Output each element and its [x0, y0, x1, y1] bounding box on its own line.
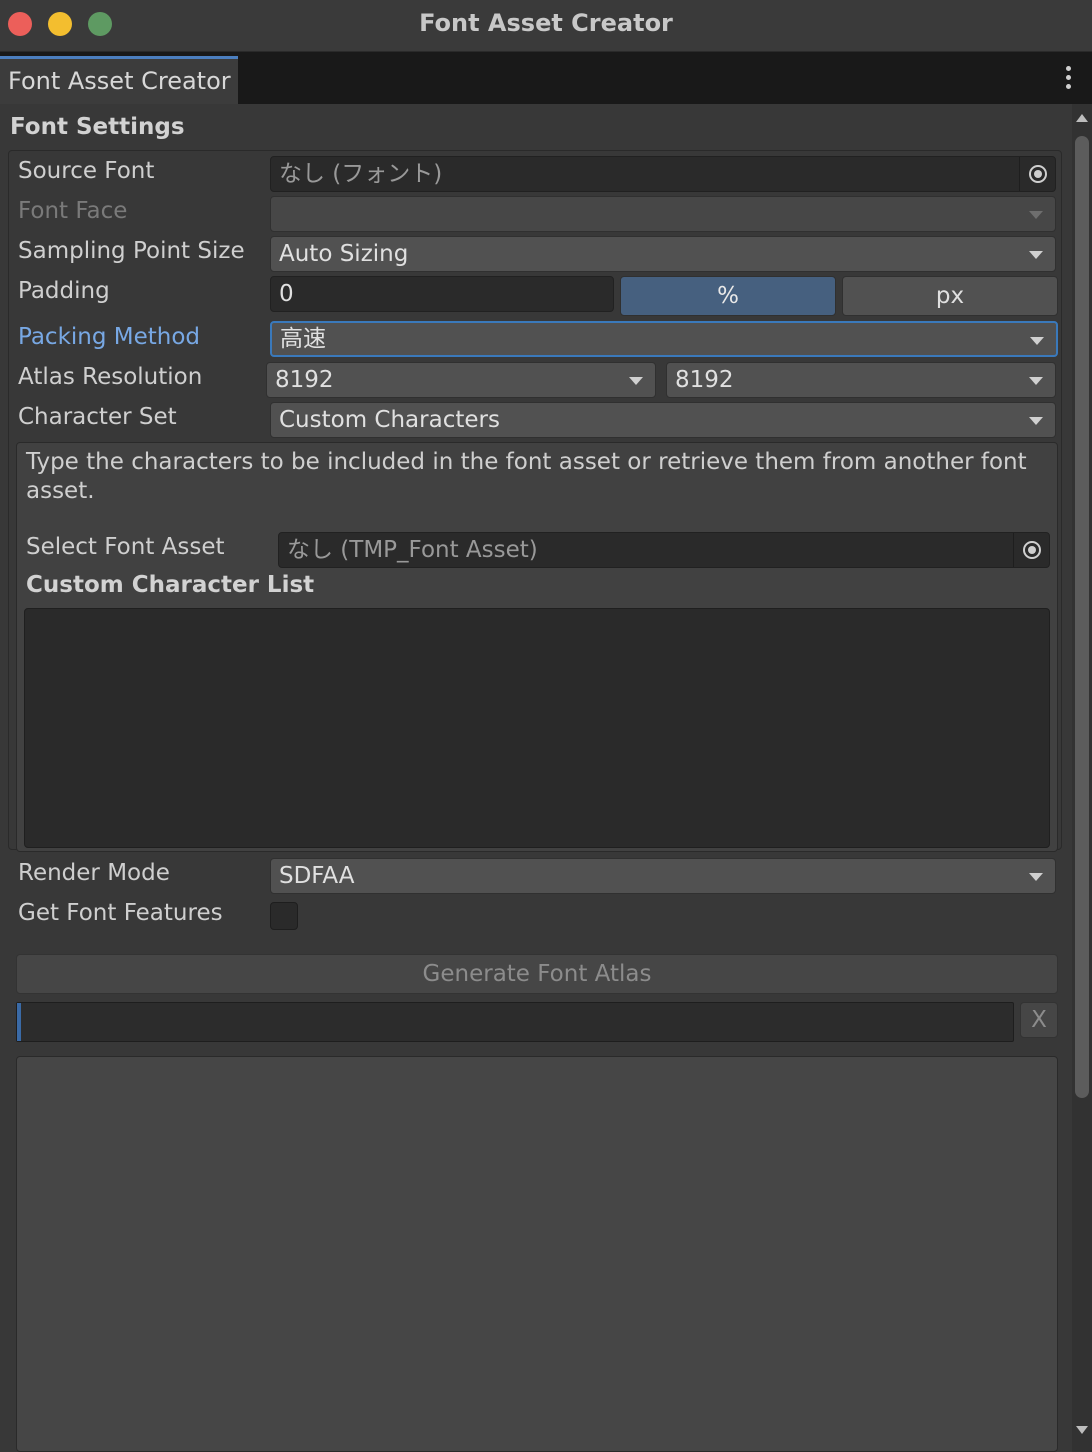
character-set-dropdown[interactable]: Custom Characters [270, 402, 1056, 438]
custom-character-list-input[interactable] [24, 608, 1050, 848]
source-font-value: なし (フォント) [279, 161, 443, 187]
dropdown-caret-icon [1030, 337, 1044, 345]
scroll-down-icon[interactable] [1076, 1426, 1088, 1434]
vertical-scrollbar[interactable] [1072, 104, 1092, 1452]
custom-character-list-label: Custom Character List [26, 572, 315, 598]
atlas-height-value: 8192 [675, 367, 734, 393]
font-settings-header: Font Settings [10, 114, 185, 140]
generate-font-atlas-button[interactable]: Generate Font Atlas [16, 954, 1058, 994]
render-mode-label: Render Mode [18, 860, 170, 886]
atlas-height-dropdown[interactable]: 8192 [666, 362, 1056, 398]
dropdown-caret-icon [1029, 417, 1043, 425]
character-set-value: Custom Characters [279, 407, 500, 433]
sampling-point-size-dropdown[interactable]: Auto Sizing [270, 236, 1056, 272]
sampling-point-size-value: Auto Sizing [279, 241, 409, 267]
get-font-features-label: Get Font Features [18, 900, 223, 926]
dropdown-caret-icon [1029, 873, 1043, 881]
help-text: Type the characters to be included in th… [26, 449, 1027, 504]
atlas-preview-area [16, 1056, 1058, 1452]
select-font-asset-field[interactable]: なし (TMP_Font Asset) [278, 532, 1050, 568]
render-mode-value: SDFAA [279, 863, 355, 889]
dropdown-caret-icon [1029, 377, 1043, 385]
atlas-width-dropdown[interactable]: 8192 [266, 362, 656, 398]
padding-px-button[interactable]: px [842, 276, 1058, 316]
dropdown-caret-icon [1029, 211, 1043, 219]
padding-value: 0 [279, 281, 294, 307]
progress-fill [17, 1003, 21, 1041]
atlas-resolution-label: Atlas Resolution [18, 364, 203, 390]
object-picker-icon[interactable] [1019, 157, 1055, 191]
tab-bar: Font Asset Creator [0, 52, 1092, 104]
select-font-asset-label: Select Font Asset [26, 534, 225, 560]
dropdown-caret-icon [1029, 251, 1043, 259]
padding-input[interactable]: 0 [270, 276, 614, 312]
font-face-dropdown [270, 196, 1056, 232]
source-font-field[interactable]: なし (フォント) [270, 156, 1056, 192]
scroll-up-icon[interactable] [1076, 114, 1088, 122]
select-font-asset-value: なし (TMP_Font Asset) [287, 537, 538, 563]
font-face-label: Font Face [18, 198, 128, 224]
window-titlebar: Font Asset Creator [0, 0, 1092, 52]
padding-label: Padding [18, 278, 110, 304]
packing-method-label: Packing Method [18, 324, 201, 350]
get-font-features-checkbox[interactable] [270, 902, 298, 930]
render-mode-dropdown[interactable]: SDFAA [270, 858, 1056, 894]
object-picker-icon[interactable] [1013, 533, 1049, 567]
packing-method-dropdown[interactable]: 高速 [270, 321, 1058, 357]
tab-font-asset-creator[interactable]: Font Asset Creator [0, 56, 238, 104]
source-font-label: Source Font [18, 158, 155, 184]
padding-percent-button[interactable]: % [620, 276, 836, 316]
progress-bar [16, 1002, 1014, 1042]
packing-method-value: 高速 [280, 326, 326, 352]
character-set-label: Character Set [18, 404, 177, 430]
scroll-thumb[interactable] [1075, 136, 1089, 1098]
atlas-width-value: 8192 [275, 367, 334, 393]
window-title: Font Asset Creator [419, 9, 673, 37]
dropdown-caret-icon [629, 377, 643, 385]
cancel-button[interactable]: X [1020, 1002, 1058, 1038]
kebab-menu-icon[interactable] [1066, 66, 1074, 92]
sampling-point-size-label: Sampling Point Size [18, 238, 245, 264]
